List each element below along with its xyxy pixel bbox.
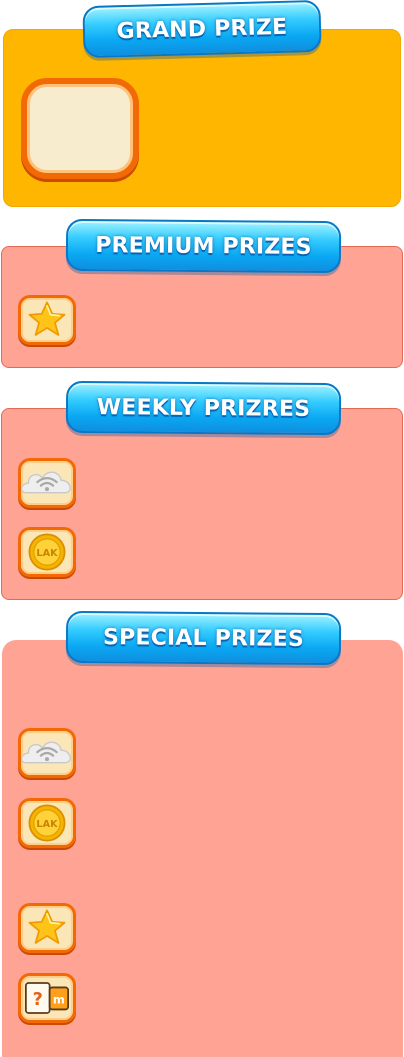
coin-icon: LAK <box>21 530 73 574</box>
grand-prize-title: GRAND PRIZE <box>116 14 288 44</box>
brand-label: m <box>53 992 65 1006</box>
star-icon <box>21 906 73 950</box>
special-prizes-title: SPECIAL PRIZES <box>102 624 305 652</box>
wifi-cloud-icon <box>21 731 73 775</box>
weekly-prizes-banner: WEEKLY PRIZRES <box>65 380 342 436</box>
mystery-label: ? <box>33 990 43 1010</box>
coin-label: LAK <box>36 819 58 830</box>
premium-prizes-banner: PREMIUM PRIZES <box>65 218 342 274</box>
coin-icon: LAK <box>21 801 73 845</box>
special-mystery-item[interactable]: ? m <box>18 973 76 1023</box>
grand-prize-banner: GRAND PRIZE <box>82 0 322 59</box>
grand-prize-slot[interactable] <box>21 78 139 179</box>
star-icon <box>21 298 73 342</box>
special-coin-item[interactable]: LAK <box>18 798 76 848</box>
special-prizes-banner: SPECIAL PRIZES <box>65 610 342 666</box>
mystery-box-icon: ? m <box>21 976 73 1020</box>
wifi-cloud-icon <box>21 461 73 505</box>
premium-star-item[interactable] <box>18 295 76 345</box>
premium-prizes-title: PREMIUM PRIZES <box>95 232 312 260</box>
weekly-coin-item[interactable]: LAK <box>18 527 76 577</box>
weekly-wifi-item[interactable] <box>18 458 76 508</box>
coin-label: LAK <box>36 548 58 559</box>
weekly-prizes-title: WEEKLY PRIZRES <box>96 394 311 422</box>
special-star-item[interactable] <box>18 903 76 953</box>
special-wifi-item[interactable] <box>18 728 76 778</box>
